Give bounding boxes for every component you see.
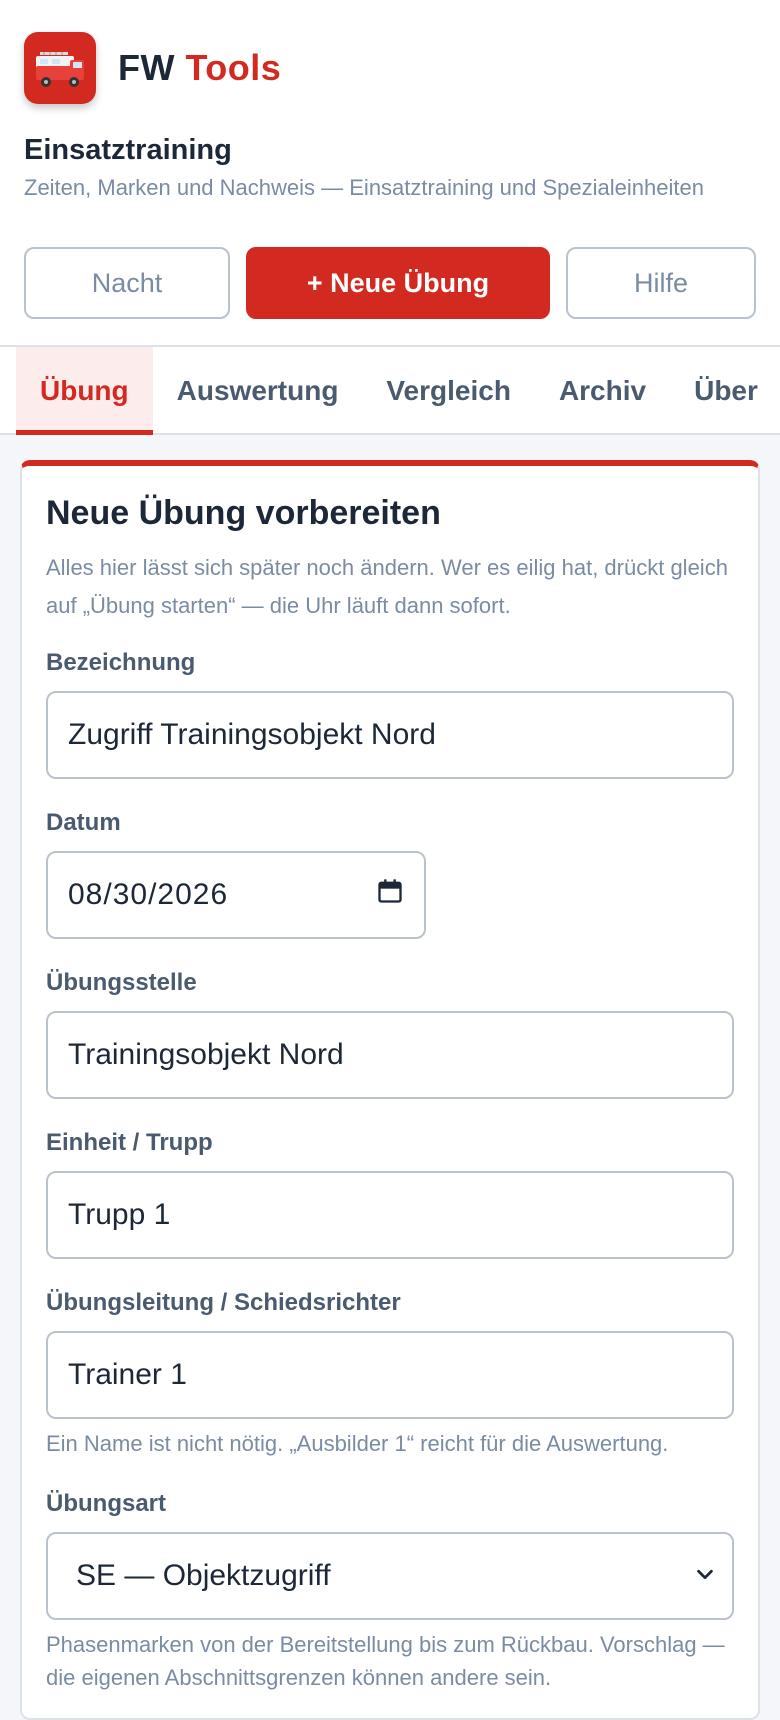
date-input[interactable]: 08/30/2026 [46,851,426,939]
unit-label: Einheit / Trupp [46,1129,213,1156]
new-exercise-card: Neue Übung vorbereiten Alles hier lässt … [20,460,760,1720]
lead-label: Übungsleitung / Schiedsrichter [46,1289,401,1316]
tab-archiv[interactable]: Archiv [535,347,670,435]
new-exercise-button[interactable]: + Neue Übung [246,247,550,319]
type-label: Übungsart [46,1490,166,1517]
app-header: FW Tools Einsatztraining Zeiten, Marken … [0,0,780,345]
lead-value: Trainer 1 [68,1358,187,1391]
brand: FW Tools [24,32,756,104]
calendar-icon[interactable] [376,877,404,913]
name-label: Bezeichnung [46,649,196,676]
card-title: Neue Übung vorbereiten [46,494,441,532]
type-hint: Phasenmarken von der Bereitstellung bis … [46,1632,725,1690]
tab-ueber[interactable]: Über [670,347,780,435]
type-value: SE — Objektzugriff [76,1559,331,1592]
help-button[interactable]: Hilfe [566,247,756,319]
tab-auswertung[interactable]: Auswertung [153,347,363,435]
location-value: Trainingsobjekt Nord [68,1038,344,1071]
location-label: Übungsstelle [46,969,197,996]
card-intro: Alles hier lässt sich später noch ändern… [46,555,728,618]
date-label: Datum [46,809,121,836]
action-bar: Nacht + Neue Übung Hilfe [24,247,756,319]
type-select[interactable]: SE — Objektzugriff [46,1532,734,1620]
unit-input[interactable]: Trupp 1 [46,1171,734,1259]
name-value: Zugriff Trainingsobjekt Nord [68,718,436,751]
page-subtitle: Zeiten, Marken und Nachweis — Einsatztra… [24,175,704,200]
chevron-down-icon [694,1559,716,1593]
lead-hint: Ein Name ist nicht nötig. „Ausbilder 1“ … [46,1431,669,1456]
location-input[interactable]: Trainingsobjekt Nord [46,1011,734,1099]
unit-value: Trupp 1 [68,1198,171,1231]
brand-name-part2: Tools [185,47,282,88]
lead-input[interactable]: Trainer 1 [46,1331,734,1419]
page-title: Einsatztraining [24,134,232,166]
tab-uebung[interactable]: Übung [16,347,153,435]
brand-name: FW Tools [118,47,281,89]
tab-vergleich[interactable]: Vergleich [362,347,535,435]
night-mode-button[interactable]: Nacht [24,247,230,319]
brand-name-part1: FW [118,47,175,88]
date-value: 08/30/2026 [68,878,229,911]
tab-bar: Übung Auswertung Vergleich Archiv Über [0,345,780,435]
name-input[interactable]: Zugriff Trainingsobjekt Nord [46,691,734,779]
fire-truck-icon [24,32,96,104]
